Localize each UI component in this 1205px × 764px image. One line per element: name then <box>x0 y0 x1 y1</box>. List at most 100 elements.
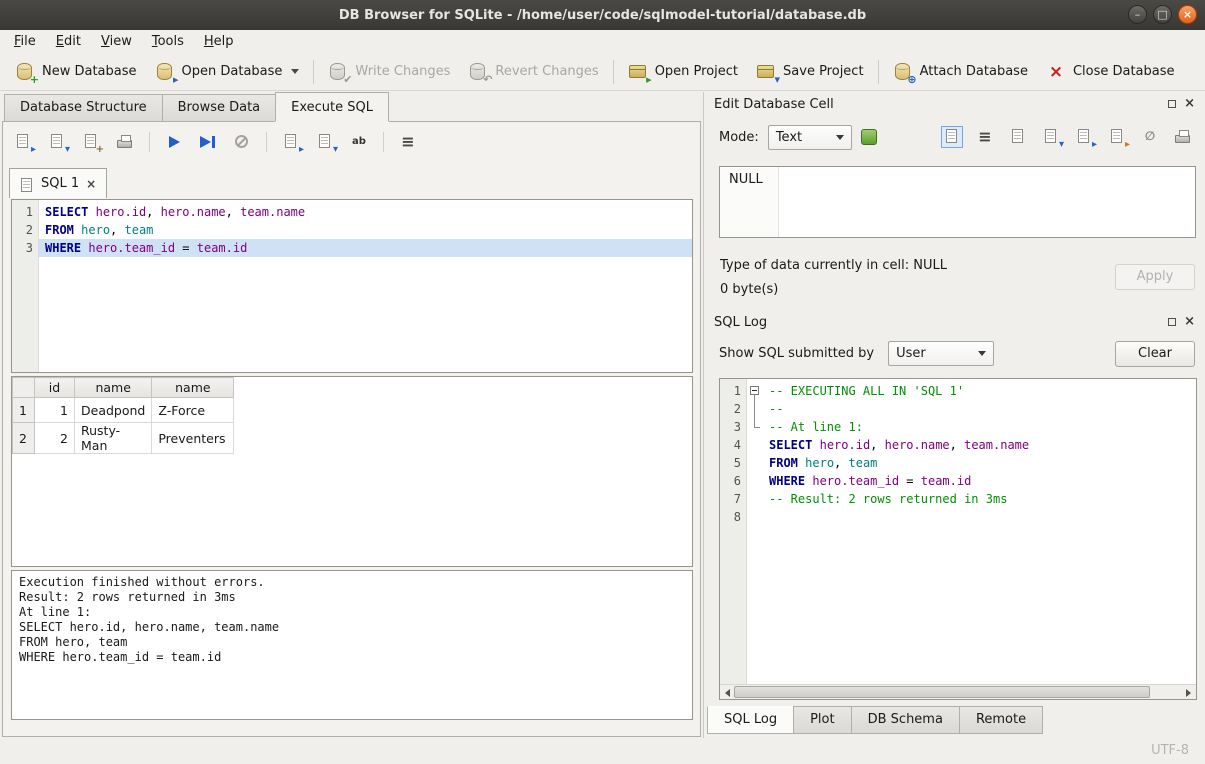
scrollbar-thumb[interactable] <box>734 686 1150 698</box>
scroll-left-icon[interactable] <box>720 685 735 699</box>
menu-help[interactable]: Help <box>194 32 244 51</box>
column-header-id[interactable]: id <box>35 378 75 398</box>
line-number: 7 <box>720 490 747 508</box>
sql-log-close-icon[interactable]: × <box>1184 317 1195 327</box>
word-wrap-icon[interactable]: ≡ <box>398 132 418 152</box>
tab-execute-sql[interactable]: Execute SQL <box>275 92 389 122</box>
close-database-button[interactable]: ×Close Database <box>1037 58 1184 86</box>
clear-button[interactable]: Clear <box>1115 341 1195 367</box>
result-cell[interactable]: 2 <box>35 423 75 454</box>
close-database-icon: × <box>1046 62 1066 82</box>
tab-browse-data[interactable]: Browse Data <box>162 94 277 122</box>
chevron-down-icon <box>978 351 986 356</box>
menu-file[interactable]: File <box>4 32 46 51</box>
results-corner-header[interactable] <box>13 378 35 398</box>
execute-current-line-icon[interactable] <box>198 132 218 152</box>
sql-tab-label: SQL 1 <box>41 176 79 191</box>
dock-tab-plot[interactable]: Plot <box>793 706 852 734</box>
minimize-button[interactable]: – <box>1128 5 1147 24</box>
open-database-dropdown-icon[interactable] <box>291 69 299 74</box>
write-changes-button[interactable]: ✔Write Changes <box>319 58 459 86</box>
log-line: 2-- <box>720 400 1196 418</box>
set-null-icon[interactable]: ∅ <box>1140 127 1160 147</box>
row-number[interactable]: 2 <box>13 423 35 454</box>
import-cell-data-icon[interactable]: ▸ <box>1074 127 1094 147</box>
open-sql-file-icon[interactable]: ▸ <box>13 132 33 152</box>
copy-cell-icon[interactable] <box>1008 127 1028 147</box>
save-results-icon[interactable]: ▾ <box>315 132 335 152</box>
edit-cell-close-icon[interactable]: × <box>1184 99 1195 109</box>
sql-log-float-icon[interactable] <box>1168 318 1176 326</box>
execution-log[interactable]: Execution finished without errors. Resul… <box>11 570 693 720</box>
results-header-row: idnamename <box>13 378 234 398</box>
titlebar: DB Browser for SQLite - /home/user/code/… <box>0 0 1205 30</box>
scroll-right-icon[interactable] <box>1181 685 1196 699</box>
edit-cell-title: Edit Database Cell <box>714 97 834 112</box>
dock-tab-remote[interactable]: Remote <box>959 706 1043 734</box>
result-cell[interactable]: Rusty-Man <box>75 423 152 454</box>
revert-changes-button[interactable]: ↶Revert Changes <box>459 58 607 86</box>
new-database-button[interactable]: +New Database <box>6 58 146 86</box>
menu-view[interactable]: View <box>91 32 142 51</box>
results-table[interactable]: idnamename11DeadpondZ-Force22Rusty-ManPr… <box>12 377 234 454</box>
export-cell-data-icon[interactable]: ▸ <box>1107 127 1127 147</box>
save-cell-icon[interactable]: ▾ <box>1041 127 1061 147</box>
sql-editor[interactable]: 1SELECT hero.id, hero.name, team.name2FR… <box>11 199 693 373</box>
text-view-icon[interactable] <box>942 127 962 147</box>
cell-value: NULL <box>729 172 763 187</box>
save-sql-file-icon[interactable]: ▾ <box>47 132 67 152</box>
maximize-button[interactable]: □ <box>1153 5 1172 24</box>
column-header-name[interactable]: name <box>75 378 152 398</box>
sql-log-view[interactable]: 1-- EXECUTING ALL IN 'SQL 1'2--3-- At li… <box>719 378 1197 700</box>
horizontal-scrollbar[interactable] <box>720 684 1196 699</box>
main-toolbar: +New Database▸Open Database ✔Write Change… <box>0 53 1205 91</box>
dock-tab-bar: SQL LogPlotDB SchemaRemote <box>707 706 1042 734</box>
word-wrap-cell-icon[interactable]: ≡ <box>975 127 995 147</box>
print-sql-icon[interactable] <box>115 132 135 152</box>
auto-switch-mode-icon[interactable] <box>861 129 877 145</box>
edit-cell-float-icon[interactable] <box>1168 100 1176 108</box>
new-database-icon: + <box>15 62 35 82</box>
mode-select[interactable]: Text <box>768 125 852 150</box>
sql-tab-close-icon[interactable]: × <box>86 177 96 191</box>
export-results-icon[interactable]: ▸ <box>281 132 301 152</box>
save-project-button[interactable]: ▾Save Project <box>747 58 873 86</box>
tab-database-structure[interactable]: Database Structure <box>4 94 163 122</box>
cell-editor[interactable]: NULL <box>719 166 1196 238</box>
submitter-select[interactable]: User <box>888 341 994 366</box>
menu-tools[interactable]: Tools <box>142 32 194 51</box>
result-cell[interactable]: Deadpond <box>75 398 152 423</box>
status-bar: UTF-8 <box>0 738 1205 764</box>
dock-tab-sql-log[interactable]: SQL Log <box>707 706 794 734</box>
result-cell[interactable]: 1 <box>35 398 75 423</box>
encoding-status: UTF-8 <box>1151 743 1189 758</box>
apply-button[interactable]: Apply <box>1115 264 1195 290</box>
result-cell[interactable]: Preventers <box>152 423 234 454</box>
row-number[interactable]: 1 <box>13 398 35 423</box>
save-sql-file-as-icon[interactable]: + <box>81 132 101 152</box>
open-database-icon: ▸ <box>155 62 175 82</box>
write-changes-icon: ✔ <box>328 62 348 82</box>
result-cell[interactable]: Z-Force <box>152 398 234 423</box>
log-line: 4SELECT hero.id, hero.name, team.name <box>720 436 1196 454</box>
open-project-button[interactable]: ▸Open Project <box>619 58 747 86</box>
right-dock: Edit Database Cell × Mode: Text ≡ ▾ ▸ ▸ ∅ NU… <box>703 92 1205 738</box>
sql-log-header: SQL Log × <box>704 310 1205 334</box>
close-button[interactable]: × <box>1178 5 1197 24</box>
mode-value: Text <box>776 130 802 145</box>
dock-tab-db-schema[interactable]: DB Schema <box>851 706 960 734</box>
chevron-down-icon <box>836 135 844 140</box>
find-replace-icon[interactable]: ab <box>349 132 369 152</box>
attach-database-button[interactable]: ⊕Attach Database <box>884 58 1037 86</box>
menu-edit[interactable]: Edit <box>46 32 91 51</box>
fold-collapse-icon[interactable] <box>747 382 763 400</box>
sql-editor-tab[interactable]: SQL 1 × <box>9 168 107 198</box>
log-line: 7-- Result: 2 rows returned in 3ms <box>720 490 1196 508</box>
execute-all-icon[interactable] <box>164 132 184 152</box>
print-cell-icon[interactable] <box>1173 127 1193 147</box>
stop-execution-icon[interactable] <box>232 132 252 152</box>
open-database-button[interactable]: ▸Open Database <box>146 58 309 86</box>
submitter-value: User <box>896 346 926 361</box>
mode-label: Mode: <box>719 130 759 145</box>
column-header-name[interactable]: name <box>152 378 234 398</box>
